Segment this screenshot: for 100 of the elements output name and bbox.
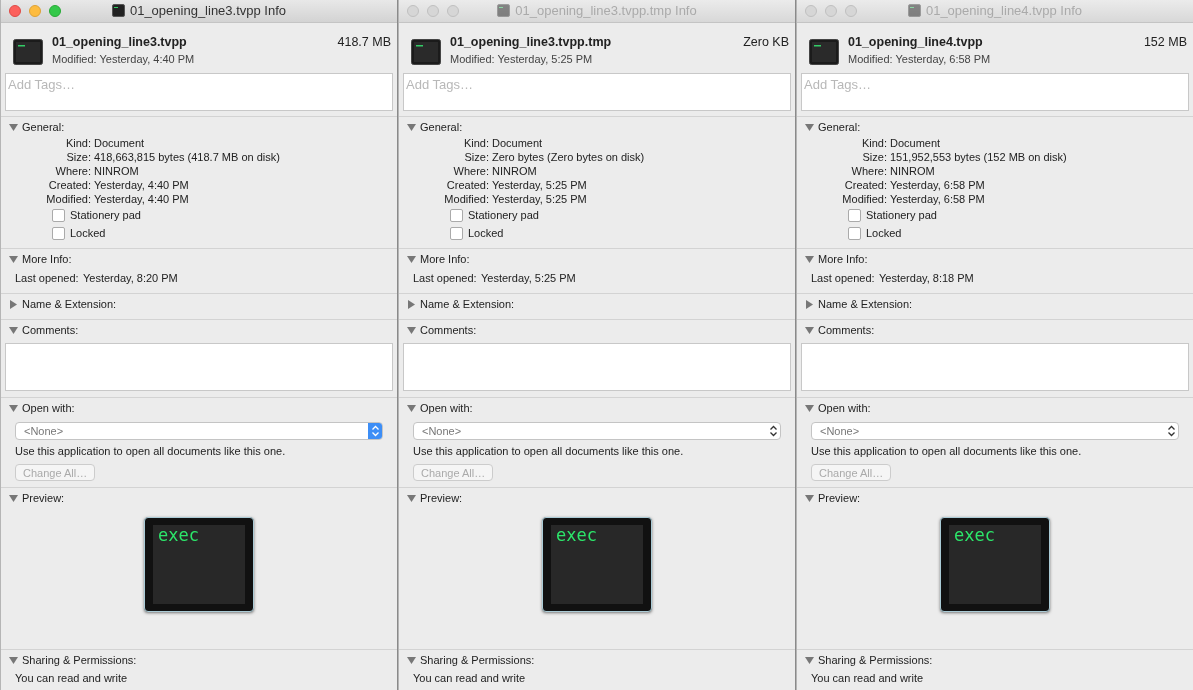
checkbox[interactable] (450, 208, 463, 222)
collapse-triangle-icon[interactable] (407, 122, 416, 132)
collapse-triangle-icon[interactable] (805, 655, 814, 665)
terminal-file-icon (497, 4, 511, 18)
stepper-arrows-icon (768, 425, 778, 437)
comments-field[interactable] (801, 343, 1189, 391)
file-name: 01_opening_line3.tvpp (52, 34, 187, 49)
property-value: NINROM (890, 165, 935, 177)
collapse-triangle-icon[interactable] (805, 493, 814, 503)
property-label: Created: (47, 179, 92, 191)
help-text: Use this application to open all documents like this one. (14, 444, 287, 457)
application-dropdown[interactable]: <None> (811, 422, 1179, 440)
window-title: 01_opening_line3.tvpp.tmp Info (515, 3, 697, 19)
section-title[interactable]: Preview: (818, 492, 861, 504)
property-label: Where: (850, 165, 888, 177)
section-title[interactable]: Comments: (22, 324, 79, 336)
property-value: Yesterday, 5:25 PM (492, 179, 587, 191)
collapse-triangle-icon[interactable] (9, 325, 18, 335)
checkbox-label: Locked (866, 227, 902, 239)
section-title[interactable]: Sharing & Permissions: (818, 654, 933, 666)
expand-triangle-icon[interactable] (805, 299, 814, 309)
property-value: Document (492, 137, 543, 149)
checkbox-label: Locked (70, 227, 106, 239)
section-title[interactable]: Open with: (818, 402, 871, 414)
section-title[interactable]: Comments: (420, 324, 477, 336)
checkbox[interactable] (450, 226, 463, 240)
checkbox[interactable] (52, 208, 65, 222)
application-dropdown[interactable]: <None> (413, 422, 781, 440)
collapse-triangle-icon[interactable] (9, 254, 18, 264)
section-title[interactable]: Preview: (22, 492, 65, 504)
expand-triangle-icon[interactable] (9, 299, 18, 309)
section-title[interactable]: More Info: (22, 253, 72, 265)
section-title[interactable]: Name & Extension: (22, 298, 117, 310)
section-title[interactable]: Preview: (420, 492, 463, 504)
collapse-triangle-icon[interactable] (9, 122, 18, 132)
property-label: Last opened: (412, 272, 478, 284)
collapse-triangle-icon[interactable] (9, 493, 18, 503)
section-title[interactable]: Open with: (420, 402, 473, 414)
checkbox-label: Stationery pad (70, 209, 141, 221)
property-value: Yesterday, 5:25 PM (481, 272, 576, 284)
section-title[interactable]: General: (420, 121, 463, 133)
checkbox-label: Stationery pad (866, 209, 937, 221)
section-title[interactable]: Open with: (22, 402, 75, 414)
property-label: Kind: (64, 137, 92, 149)
section-title[interactable]: Name & Extension: (420, 298, 515, 310)
property-label: Created: (445, 179, 490, 191)
terminal-file-preview: exec (542, 517, 652, 612)
property-value: 151,952,553 bytes (152 MB on disk) (890, 151, 1067, 163)
property-label: Where: (452, 165, 490, 177)
property-value: NINROM (94, 165, 139, 177)
section-title[interactable]: Name & Extension: (818, 298, 913, 310)
tags-field[interactable]: Add Tags… (5, 73, 393, 111)
section-title[interactable]: Sharing & Permissions: (22, 654, 137, 666)
property-label: Last opened: (810, 272, 876, 284)
collapse-triangle-icon[interactable] (407, 403, 416, 413)
permission-text: You can read and write (14, 671, 129, 684)
comments-field[interactable] (5, 343, 393, 391)
file-size: 418.7 MB (337, 34, 391, 49)
section-title[interactable]: Sharing & Permissions: (420, 654, 535, 666)
terminal-file-icon (13, 38, 43, 65)
section-title[interactable]: More Info: (420, 253, 470, 265)
file-size: Zero KB (743, 34, 789, 49)
collapse-triangle-icon[interactable] (9, 655, 18, 665)
checkbox-label: Locked (468, 227, 504, 239)
checkbox[interactable] (52, 226, 65, 240)
collapse-triangle-icon[interactable] (407, 254, 416, 264)
collapse-triangle-icon[interactable] (805, 122, 814, 132)
close-button[interactable] (9, 4, 21, 17)
checkbox-label: Stationery pad (468, 209, 539, 221)
collapse-triangle-icon[interactable] (805, 325, 814, 335)
help-text: Use this application to open all documents like this one. (412, 444, 685, 457)
modified-date: Modified: Yesterday, 4:40 PM (52, 52, 196, 65)
property-label: Last opened: (14, 272, 80, 284)
tags-field[interactable]: Add Tags… (801, 73, 1189, 111)
checkbox[interactable] (848, 226, 861, 240)
application-dropdown[interactable]: <None> (15, 422, 383, 440)
section-title[interactable]: General: (818, 121, 861, 133)
tags-field[interactable]: Add Tags… (403, 73, 791, 111)
property-value: Yesterday, 6:58 PM (890, 193, 985, 205)
property-label: Modified: (443, 193, 490, 205)
window-title: 01_opening_line3.tvpp Info (129, 3, 287, 19)
property-value: Yesterday, 4:40 PM (94, 193, 189, 205)
collapse-triangle-icon[interactable] (407, 325, 416, 335)
property-value: Yesterday, 8:20 PM (83, 272, 178, 284)
collapse-triangle-icon[interactable] (407, 655, 416, 665)
collapse-triangle-icon[interactable] (805, 403, 814, 413)
comments-field[interactable] (403, 343, 791, 391)
collapse-triangle-icon[interactable] (9, 403, 18, 413)
expand-triangle-icon[interactable] (407, 299, 416, 309)
zoom-button[interactable] (49, 4, 61, 17)
collapse-triangle-icon[interactable] (805, 254, 814, 264)
section-title[interactable]: General: (22, 121, 65, 133)
modified-date: Modified: Yesterday, 6:58 PM (848, 52, 992, 65)
property-label: Kind: (860, 137, 888, 149)
collapse-triangle-icon[interactable] (407, 493, 416, 503)
terminal-file-icon (809, 38, 839, 65)
section-title[interactable]: More Info: (818, 253, 868, 265)
section-title[interactable]: Comments: (818, 324, 875, 336)
stepper-arrows-icon (370, 425, 380, 437)
checkbox[interactable] (848, 208, 861, 222)
